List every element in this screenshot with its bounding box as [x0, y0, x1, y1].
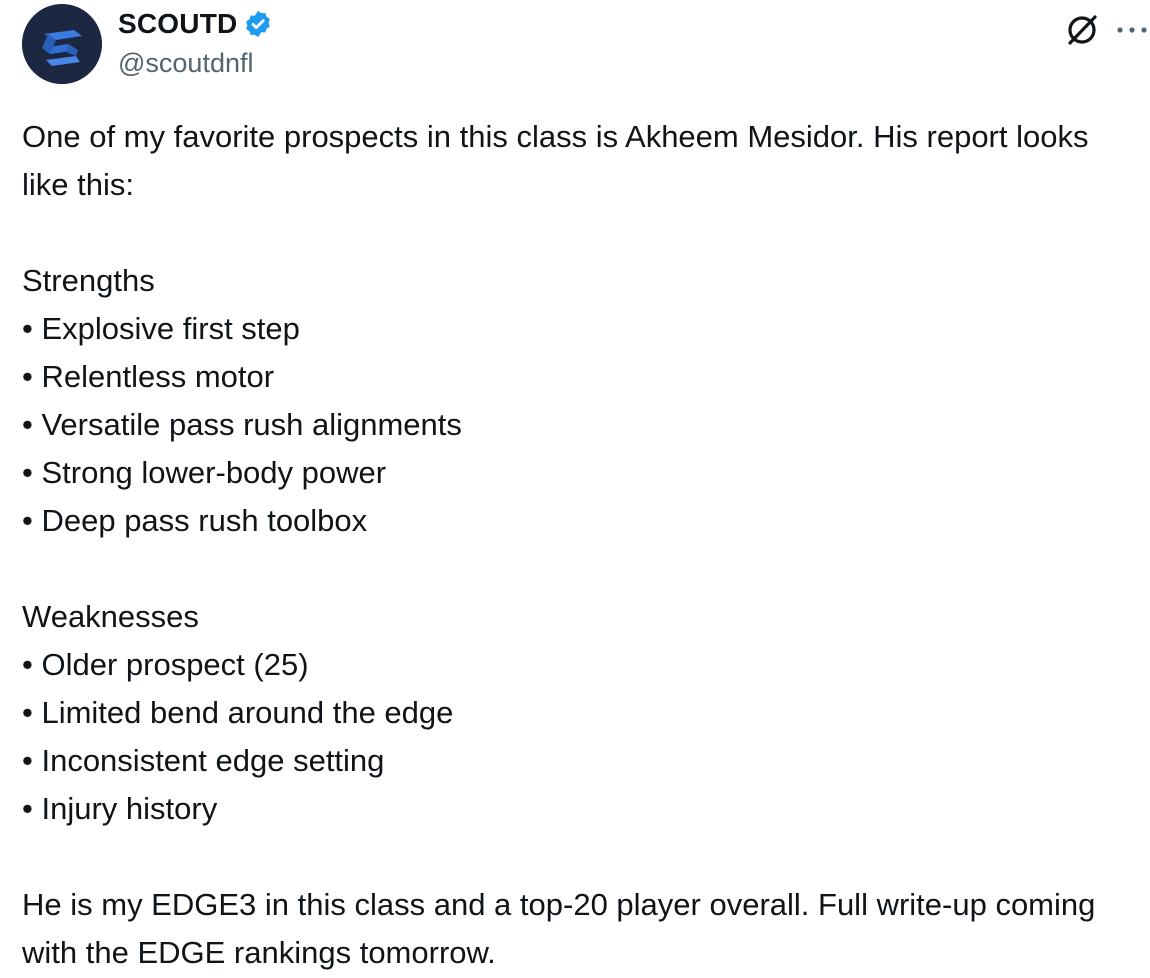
- display-name[interactable]: SCOUTD: [118, 8, 237, 40]
- strengths-heading: Strengths: [22, 263, 155, 298]
- avatar[interactable]: [22, 4, 102, 84]
- author-info: SCOUTD @scoutdnfl: [118, 6, 273, 79]
- tweet-text: One of my favorite prospects in this cla…: [22, 113, 1142, 977]
- scoutd-logo-icon: [22, 4, 102, 84]
- strength-item: • Relentless motor: [22, 359, 275, 394]
- strength-item: • Strong lower-body power: [22, 455, 387, 490]
- strength-item: • Deep pass rush toolbox: [22, 503, 368, 538]
- tweet-header: SCOUTD @scoutdnfl: [22, 4, 1147, 84]
- tweet-intro: One of my favorite prospects in this cla…: [22, 119, 1089, 202]
- strength-item: • Explosive first step: [22, 311, 300, 346]
- verified-badge-icon: [243, 9, 273, 39]
- tweet: SCOUTD @scoutdnfl One of my favorite pro…: [0, 0, 1150, 978]
- handle[interactable]: @scoutdnfl: [118, 48, 273, 79]
- weakness-item: • Older prospect (25): [22, 647, 309, 682]
- weakness-item: • Injury history: [22, 791, 218, 826]
- weakness-item: • Limited bend around the edge: [22, 695, 454, 730]
- more-icon[interactable]: [1112, 10, 1150, 50]
- grok-icon[interactable]: [1062, 10, 1102, 50]
- weaknesses-heading: Weaknesses: [22, 599, 199, 634]
- tweet-closing: He is my EDGE3 in this class and a top-2…: [22, 887, 1096, 970]
- strength-item: • Versatile pass rush alignments: [22, 407, 462, 442]
- weakness-item: • Inconsistent edge setting: [22, 743, 385, 778]
